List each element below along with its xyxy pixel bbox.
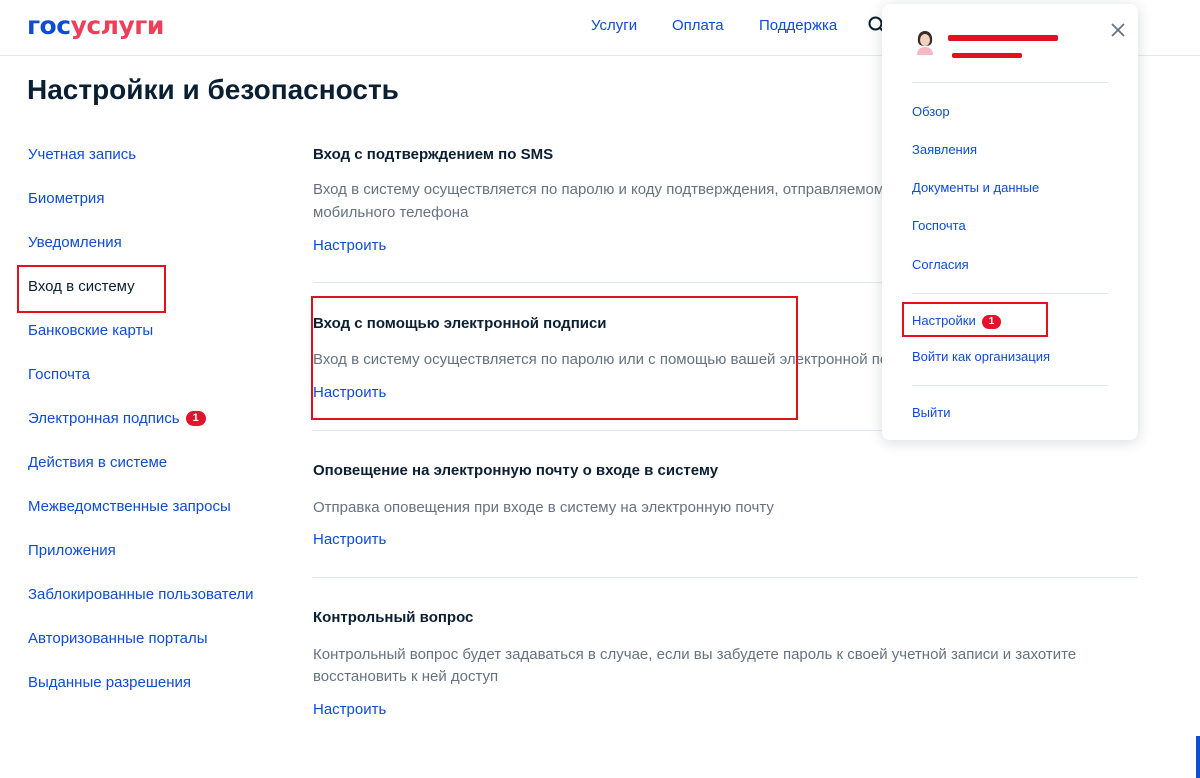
sidebar-item-apps[interactable]: Приложения — [28, 542, 116, 559]
menu-item-logout[interactable]: Выйти — [912, 405, 951, 420]
sidebar-item-label: Электронная подпись — [28, 410, 180, 427]
menu-item-overview[interactable]: Обзор — [912, 104, 950, 119]
configure-e-signature-link[interactable]: Настроить — [313, 384, 386, 401]
divider — [912, 385, 1108, 386]
nav-services[interactable]: Услуги — [591, 17, 637, 34]
divider — [912, 293, 1108, 294]
sidebar-item-authorized-portals[interactable]: Авторизованные порталы — [28, 630, 208, 647]
sidebar-item-system-actions[interactable]: Действия в системе — [28, 454, 167, 471]
section-title-e-signature: Вход с помощью электронной подписи — [313, 315, 607, 332]
section-title-security-question: Контрольный вопрос — [313, 609, 474, 626]
scrollbar[interactable] — [1196, 736, 1200, 778]
sidebar-item-notifications[interactable]: Уведомления — [28, 234, 122, 251]
menu-item-label: Настройки — [912, 313, 976, 328]
redaction-mark — [948, 35, 1058, 41]
configure-email-notify-link[interactable]: Настроить — [313, 531, 386, 548]
notification-badge: 1 — [185, 411, 206, 426]
section-desc-security-question: Контрольный вопрос будет задаваться в сл… — [313, 646, 1077, 663]
sidebar-item-account[interactable]: Учетная запись — [28, 146, 136, 163]
sidebar-item-biometrics[interactable]: Биометрия — [28, 190, 104, 207]
divider — [912, 82, 1108, 83]
menu-item-consents[interactable]: Согласия — [912, 257, 969, 272]
section-desc-e-signature: Вход в систему осуществляется по паролю … — [313, 351, 905, 368]
menu-item-documents[interactable]: Документы и данные — [912, 180, 1039, 195]
menu-item-login-as-organization[interactable]: Войти как организация — [912, 349, 1050, 364]
sidebar-item-bank-cards[interactable]: Банковские карты — [28, 322, 153, 339]
avatar-icon — [917, 31, 933, 55]
nav-support[interactable]: Поддержка — [759, 17, 837, 34]
sidebar-item-e-signature[interactable]: Электронная подпись 1 — [28, 410, 206, 427]
user-menu-dropdown: Обзор Заявления Документы и данные Госпо… — [882, 4, 1138, 440]
menu-item-gospochta[interactable]: Госпочта — [912, 218, 966, 233]
menu-item-settings[interactable]: Настройки 1 — [912, 313, 1002, 329]
divider — [313, 577, 1138, 578]
section-desc-sms: Вход в систему осуществляется по паролю … — [313, 181, 905, 198]
section-desc-sms-line2: мобильного телефона — [313, 204, 469, 221]
section-title-email-notify: Оповещение на электронную почту о входе … — [313, 462, 719, 479]
gosuslugi-logo[interactable]: госуслуги — [27, 11, 164, 40]
sidebar-item-login[interactable]: Вход в систему — [28, 278, 135, 295]
redaction-mark — [952, 53, 1022, 58]
section-title-sms: Вход с подтверждением по SMS — [313, 146, 554, 163]
nav-payment[interactable]: Оплата — [672, 17, 724, 34]
menu-item-applications[interactable]: Заявления — [912, 142, 977, 157]
sidebar-item-blocked-users[interactable]: Заблокированные пользователи — [28, 586, 253, 603]
sidebar-item-issued-permissions[interactable]: Выданные разрешения — [28, 674, 191, 691]
configure-security-question-link[interactable]: Настроить — [313, 701, 386, 718]
section-desc-email-notify: Отправка оповещения при входе в систему … — [313, 499, 774, 516]
configure-sms-link[interactable]: Настроить — [313, 237, 386, 254]
sidebar-item-gospochta[interactable]: Госпочта — [28, 366, 90, 383]
notification-badge: 1 — [981, 315, 1002, 329]
section-desc-security-question-line2: восстановить к ней доступ — [313, 668, 499, 685]
sidebar-item-interagency-requests[interactable]: Межведомственные запросы — [28, 498, 231, 515]
close-icon[interactable] — [1108, 20, 1128, 40]
page-title: Настройки и безопасность — [27, 74, 399, 105]
